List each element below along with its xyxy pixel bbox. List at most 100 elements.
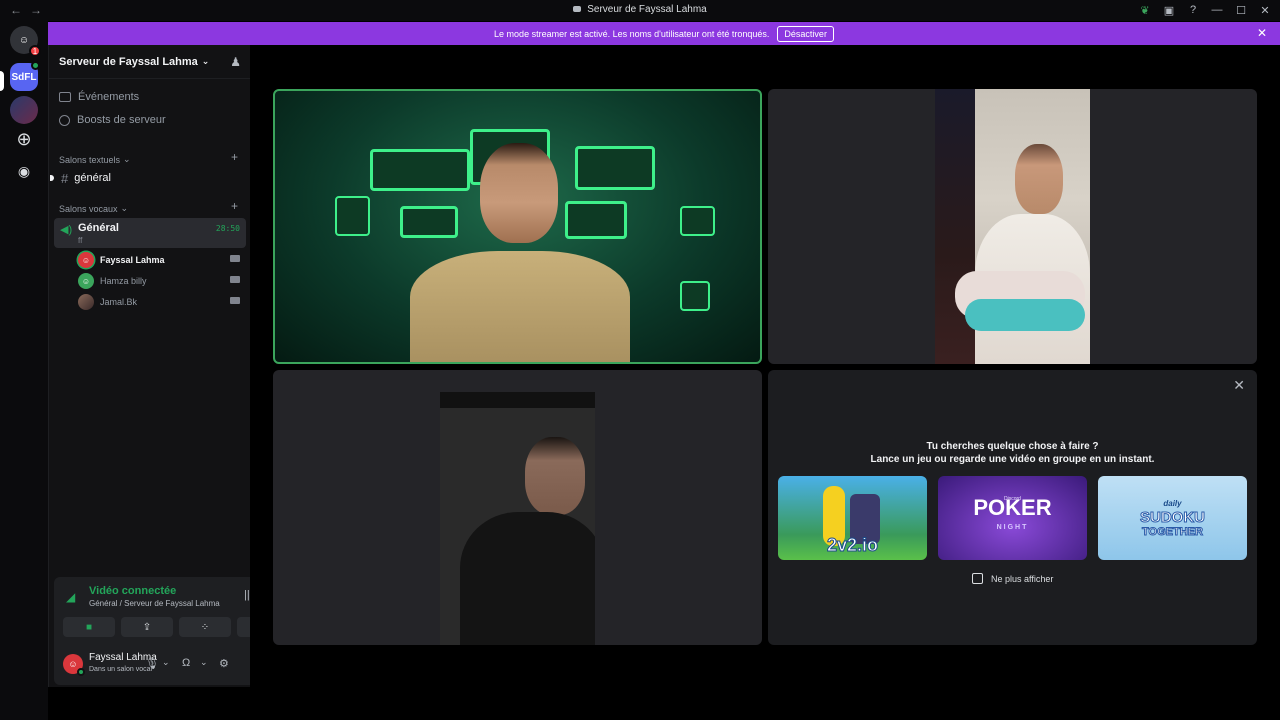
discord-icon: ☺ [18,34,30,46]
active-server-indicator [0,71,4,91]
headphones-icon[interactable]: Ω [182,657,190,669]
camera-icon [230,276,240,283]
connection-location: Général / Serveur de Fayssal Lahma [89,599,220,608]
home-button[interactable]: ☺ 1 [10,26,41,57]
voice-status-dot [31,61,40,70]
sidebar-item-label: Événements [78,91,140,103]
video-background [440,392,595,408]
voice-member[interactable]: Jamal.Bk [78,294,240,310]
close-window-button[interactable]: ✕ [1258,3,1272,17]
activities-button[interactable]: ⁘ [179,617,231,637]
window-title-text: Serveur de Fayssal Lahma [587,4,707,15]
participant-head [525,437,585,515]
server-header[interactable]: Serveur de Fayssal Lahma ⌄ ♟ [49,45,251,79]
voice-member[interactable]: ☺ Fayssal Lahma [78,252,240,268]
avatar [78,294,94,310]
video-stage: ✕ Tu cherches quelque chose à faire ? La… [250,45,1280,720]
camera-button[interactable]: ■ [63,617,115,637]
channel-general-text[interactable]: # général [50,168,245,188]
dont-show-checkbox[interactable]: Ne plus afficher [972,573,1053,584]
server-icon-2[interactable] [10,96,38,124]
close-icon[interactable]: ✕ [1233,377,1245,394]
video-tile[interactable] [273,370,762,645]
decor-monitor [680,281,710,311]
voice-member[interactable]: ☺ Hamza billy [78,273,240,289]
voice-channel-name: Général [78,222,119,234]
category-label: Salons textuels [59,154,121,165]
decor-monitor [335,196,370,236]
decor-monitor [565,201,627,239]
member-name: Hamza billy [100,276,147,286]
window-controls: ❦ ▣ ? — ☐ ✕ [1138,3,1272,17]
close-icon[interactable]: ✕ [1257,26,1267,40]
add-server-icon[interactable]: ⊕ [10,125,38,153]
user-status: Dans un salon vocal [89,666,153,673]
sidebar-item-boosts[interactable]: Boosts de serveur [59,114,166,126]
maximize-button[interactable]: ☐ [1234,3,1248,17]
avatar: ☺ [78,252,94,268]
dont-show-label: Ne plus afficher [991,573,1054,584]
banner-text: Le mode streamer est activé. Les noms d'… [494,28,770,39]
status-dot [77,668,85,676]
activity-suggestion-panel: ✕ Tu cherches quelque chose à faire ? La… [768,370,1257,645]
discover-icon[interactable]: ◉ [10,157,38,185]
discord-icon [573,6,582,13]
activity-card-label: 2v2.io [826,535,879,556]
activity-card-2v2io[interactable]: 2v2.io [778,476,927,560]
avatar[interactable]: ☺ [63,654,85,676]
decor-monitor [680,206,715,236]
add-text-channel-icon[interactable]: + [231,150,238,164]
invite-icon[interactable]: ♟ [230,55,241,69]
voice-channel-general[interactable]: ◀) Général 28:50 ff [54,218,246,248]
help-icon[interactable]: ? [1186,3,1200,17]
video-tile-speaking[interactable] [273,89,762,364]
activity-subtitle: Lance un jeu ou regarde une vidéo en gro… [870,454,1155,465]
sidebar-item-label: Boosts de serveur [77,114,166,126]
activity-card-poker[interactable]: Discord POKER NIGHT [938,476,1087,560]
chevron-down-icon: ⌄ [201,56,210,66]
leaf-icon[interactable]: ❦ [1138,3,1152,17]
camera-icon [230,297,240,304]
server-rail: ☺ 1 SdFL ⊕ ◉ [0,21,48,720]
checkbox[interactable] [972,573,983,584]
server-name: Serveur de Fayssal Lahma [59,55,198,68]
activity-card-label: daily SUDOKU TOGETHER [1139,497,1205,539]
microphone-icon[interactable]: 🎙 [145,657,159,670]
category-label: Salons vocaux [59,203,118,214]
server-abbrev: SdFL [11,71,37,83]
participant-head [1015,144,1063,214]
boost-icon [59,114,70,126]
activity-title: Tu cherches quelque chose à faire ? [926,441,1099,452]
participant-video [935,89,1090,364]
camera-icon [230,255,240,262]
calendar-icon [59,92,71,102]
avatar: ☺ [78,273,94,289]
category-voice-channels[interactable]: Salons vocaux ⌄ [59,203,128,214]
activity-card-label: POKER NIGHT [973,497,1051,538]
add-voice-channel-icon[interactable]: + [231,199,238,213]
minimize-button[interactable]: — [1210,3,1224,17]
video-tile[interactable] [768,89,1257,364]
chevron-down-icon: ⌄ [120,203,129,213]
chevron-down-icon[interactable]: ⌄ [162,657,170,668]
chevron-down-icon[interactable]: ⌄ [200,657,208,668]
disable-streamer-button[interactable]: Désactiver [777,25,834,42]
screen-share-button[interactable]: ⇪ [121,617,173,637]
sudoku-bottom: TOGETHER [1142,526,1204,539]
settings-icon[interactable]: ⚙ [219,657,229,670]
chevron-down-icon: ⌄ [123,154,131,164]
pillow [965,299,1085,331]
server-icon-sdfl[interactable]: SdFL [10,61,40,91]
notification-badge: 1 [29,45,41,57]
member-name: Jamal.Bk [100,297,138,307]
activity-card-sudoku[interactable]: daily SUDOKU TOGETHER [1098,476,1247,560]
speaker-icon: ◀) [60,224,73,236]
sudoku-title: SUDOKU [1139,509,1205,526]
category-text-channels[interactable]: Salons textuels ⌄ [59,154,131,165]
poker-subtitle: NIGHT [996,524,1029,531]
signal-icon[interactable]: ◢ [66,590,75,604]
hash-icon: # [61,170,69,186]
inbox-icon[interactable]: ▣ [1162,3,1176,17]
sidebar-item-events[interactable]: Événements [59,91,139,103]
member-name: Fayssal Lahma [100,255,165,265]
